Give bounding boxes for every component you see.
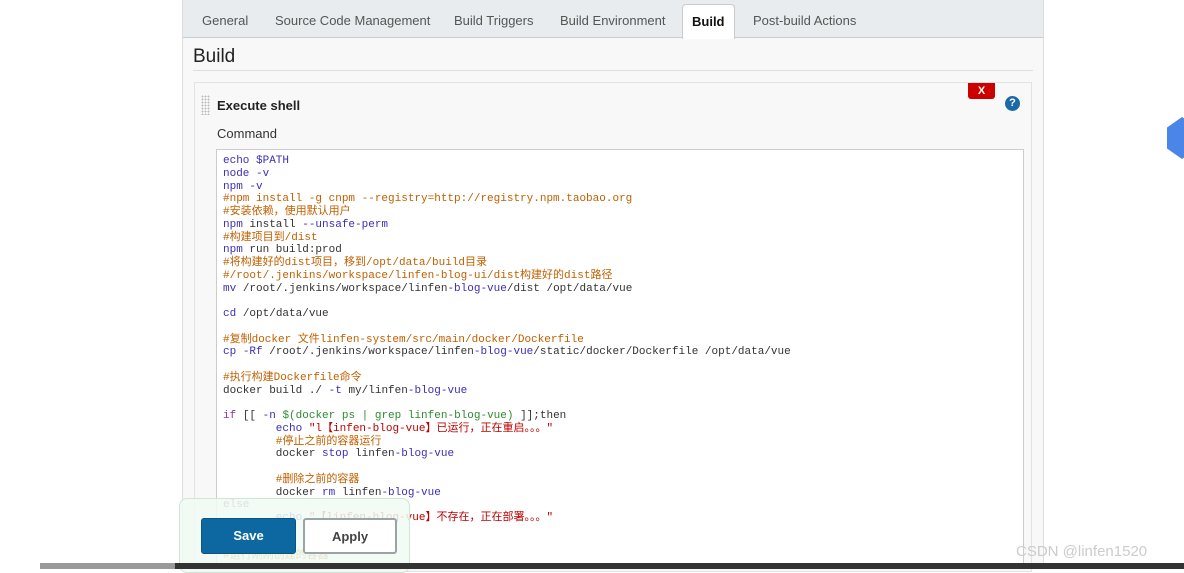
tab-bar: General Source Code Management Build Tri… [183,0,1043,39]
code-line: docker stop linfen-blog-vue [223,448,1017,461]
code-token: ]];then [520,410,567,422]
code-token: [[ [242,410,263,422]
code-token: if [223,410,243,422]
code-token: echo $PATH [223,155,290,167]
code-token: #删除之前的容器 [223,473,360,486]
delete-step-button[interactable]: X [968,83,995,99]
section-title: Build [193,46,236,67]
code-line: #将构建好的dist项目，移到/opt/data/build目录 [223,257,1017,270]
code-token: #执行构建Dockerfile命令 [223,371,362,384]
code-token: -blog-vue [473,346,534,359]
code-token: echo [223,422,309,435]
code-line: node -v [223,168,1017,181]
code-token: linfen [355,448,395,461]
code-token: --unsafe-perm [302,218,389,231]
code-token: npm [223,218,250,231]
code-token: -n [262,410,283,422]
command-label: Command [217,126,277,141]
code-token: docker [223,486,323,499]
step-title: Execute shell [217,98,301,113]
help-icon[interactable]: ? [1005,96,1020,111]
code-token: /static/docker/Dockerfile /opt/data/vue [533,346,791,359]
code-token: /root/.jenkins/workspace/linfen [269,346,474,359]
code-token: cd [223,308,243,320]
horizontal-scrollbar[interactable] [40,563,1184,569]
code-line: echo "l【infen-blog-vue】已运行，正在重启。。。" [223,423,1017,436]
code-token: #/root/.jenkins/workspace/linfen-blog-ui… [223,269,613,282]
save-button[interactable]: Save [201,518,296,554]
floating-assistant-icon[interactable] [1167,117,1184,159]
code-line: npm -v [223,181,1017,194]
code-token: docker build ./ [223,384,329,397]
code-token: -blog-vue [407,384,468,397]
code-token: install [249,218,303,231]
code-line: #删除之前的容器 [223,474,1017,487]
code-token: #复制docker 文件linfen-system/src/main/docke… [223,333,584,346]
code-token: cp [223,346,243,359]
code-token: run build:prod [249,244,342,257]
code-line: if [[ -n $(docker ps | grep linfen-blog-… [223,410,1017,423]
code-line: #构建项目到/dist [223,232,1017,245]
code-line: #安装依赖，使用默认用户 [223,206,1017,219]
code-token: #停止之前的容器运行 [223,435,382,448]
code-token: node -v [223,167,270,180]
code-token: #npm install -g cnpm --registry=http://r… [223,193,633,206]
code-token: rm [322,486,342,499]
code-token: mv [223,282,243,295]
code-token: my/linfen [348,384,408,397]
code-token: -t [328,384,349,397]
watermark: CSDN @linfen1520 [1016,543,1148,560]
tab-source-code-management[interactable]: Source Code Management [275,13,430,28]
code-token: /root/.jenkins/workspace/linfen [242,282,448,295]
code-line: cd /opt/data/vue [223,308,1017,321]
code-line: #停止之前的容器运行 [223,436,1017,449]
code-token: -blog-vue [381,486,441,499]
divider [193,70,1033,71]
code-token: "l【infen-blog-vue】已运行，正在重启。。。" [308,422,554,435]
code-line: npm run build:prod [223,244,1017,257]
code-line: echo $PATH [223,155,1017,168]
code-token: npm [223,244,250,257]
code-line: #npm install -g cnpm --registry=http://r… [223,193,1017,206]
apply-button[interactable]: Apply [303,518,397,554]
code-line: cp -Rf /root/.jenkins/workspace/linfen-b… [223,346,1017,359]
code-token: #将构建好的dist项目，移到/opt/data/build目录 [223,257,488,269]
tab-general[interactable]: General [202,13,248,28]
code-token: -blog-vue [394,448,455,461]
code-token: npm -v [223,180,263,193]
code-token: #构建项目到/dist [223,231,318,244]
code-token: /dist /opt/data/vue [506,282,633,295]
code-token: docker [223,448,323,461]
code-line: docker build ./ -t my/linfen-blog-vue [223,385,1017,398]
code-token: #安装依赖，使用默认用户 [223,206,351,218]
drag-handle-icon[interactable] [201,95,210,115]
code-token: stop [322,448,356,461]
code-token: /opt/data/vue [242,308,329,320]
code-line: #/root/.jenkins/workspace/linfen-blog-ui… [223,270,1017,283]
code-token: $(docker ps | grep linfen-blog-vue) [282,410,521,422]
tab-post-build-actions[interactable]: Post-build Actions [753,13,856,28]
code-token: -Rf [242,346,270,359]
code-token: -blog-vue [447,282,507,295]
tab-build-environment[interactable]: Build Environment [560,13,666,28]
code-token: linfen [341,486,382,499]
tab-build[interactable]: Build [682,4,735,39]
tab-build-triggers[interactable]: Build Triggers [454,13,533,28]
code-line: npm install --unsafe-perm [223,219,1017,232]
code-line: #执行构建Dockerfile命令 [223,372,1017,385]
code-line: #复制docker 文件linfen-system/src/main/docke… [223,334,1017,347]
code-line: mv /root/.jenkins/workspace/linfen-blog-… [223,283,1017,296]
